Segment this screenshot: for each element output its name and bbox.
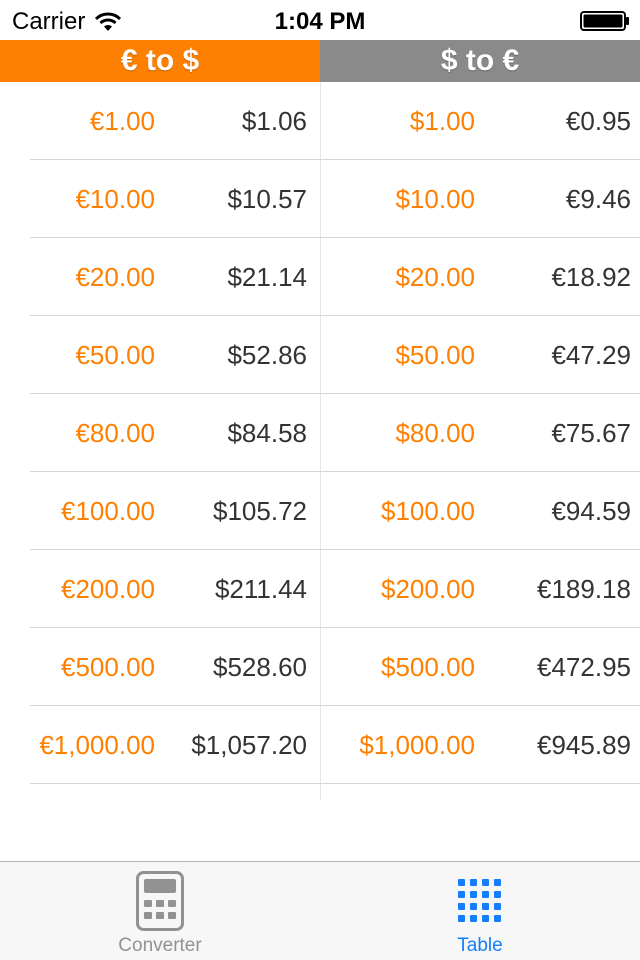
segment-usd-to-eur[interactable]: $ to € (320, 40, 640, 82)
usd-amount: $100.00 (381, 496, 475, 526)
table-row: €20.00 $21.14 $20.00 €18.92 (0, 238, 640, 316)
battery-icon (580, 11, 629, 31)
eur-amount: €1,000.00 (39, 730, 155, 760)
table-row: €1.00 $1.06 $1.00 €0.95 (0, 82, 640, 160)
table-row: €80.00 $84.58 $80.00 €75.67 (0, 394, 640, 472)
tab-table[interactable]: Table (320, 862, 640, 960)
eur-converted: €189.18 (537, 574, 631, 604)
eur-amount: €50.00 (75, 340, 155, 370)
eur-amount: €100.00 (61, 496, 155, 526)
table-row: €50.00 $52.86 $50.00 €47.29 (0, 316, 640, 394)
eur-amount: €20.00 (75, 262, 155, 292)
eur-amount: €1.00 (89, 106, 155, 136)
eur-amount: €200.00 (61, 574, 155, 604)
usd-amount: $500.00 (381, 652, 475, 682)
tab-converter[interactable]: Converter (0, 862, 320, 960)
usd-amount: $200.00 (381, 574, 475, 604)
usd-converted: $10.57 (227, 184, 307, 214)
eur-converted: €47.29 (551, 340, 631, 370)
eur-amount: €500.00 (61, 652, 155, 682)
tab-table-label: Table (457, 935, 503, 956)
table-row: €10.00 $10.57 $10.00 €9.46 (0, 160, 640, 238)
table-rows: €1.00 $1.06 $1.00 €0.95 €10.00 $10.57 $1… (0, 82, 640, 784)
eur-converted: €472.95 (537, 652, 631, 682)
table-row: €1,000.00 $1,057.20 $1,000.00 €945.89 (0, 706, 640, 784)
conversion-table[interactable]: €1.00 $1.06 $1.00 €0.95 €10.00 $10.57 $1… (0, 82, 640, 800)
eur-converted: €0.95 (565, 106, 631, 136)
eur-converted: €9.46 (565, 184, 631, 214)
usd-amount: $1.00 (409, 106, 475, 136)
table-row: €500.00 $528.60 $500.00 €472.95 (0, 628, 640, 706)
usd-converted: $21.14 (227, 262, 307, 292)
usd-amount: $80.00 (395, 418, 475, 448)
usd-converted: $211.44 (214, 574, 307, 604)
eur-converted: €945.89 (537, 730, 631, 760)
usd-amount: $50.00 (395, 340, 475, 370)
segment-eur-to-usd[interactable]: € to $ (0, 40, 320, 82)
eur-converted: €75.67 (551, 418, 631, 448)
status-time: 1:04 PM (274, 8, 366, 35)
grid-icon (458, 879, 501, 922)
status-bar: Carrier 1:04 PM (0, 0, 640, 40)
usd-converted: $1,057.20 (191, 730, 307, 760)
eur-amount: €80.00 (75, 418, 155, 448)
eur-converted: €18.92 (551, 262, 631, 292)
calculator-icon (136, 871, 184, 931)
eur-converted: €94.59 (551, 496, 631, 526)
usd-converted: $105.72 (213, 496, 307, 526)
tab-converter-label: Converter (118, 935, 202, 956)
table-row: €200.00 $211.44 $200.00 €189.18 (0, 550, 640, 628)
usd-converted: $84.58 (227, 418, 307, 448)
usd-amount: $10.00 (395, 184, 475, 214)
usd-converted: $528.60 (213, 652, 307, 682)
usd-amount: $20.00 (395, 262, 475, 292)
direction-segmented-control: € to $ $ to € (0, 40, 640, 82)
eur-amount: €10.00 (75, 184, 155, 214)
usd-converted: $1.06 (241, 106, 307, 136)
usd-amount: $1,000.00 (359, 730, 475, 760)
tab-bar: Converter Table (0, 861, 640, 960)
usd-converted: $52.86 (227, 340, 307, 370)
table-row: €100.00 $105.72 $100.00 €94.59 (0, 472, 640, 550)
